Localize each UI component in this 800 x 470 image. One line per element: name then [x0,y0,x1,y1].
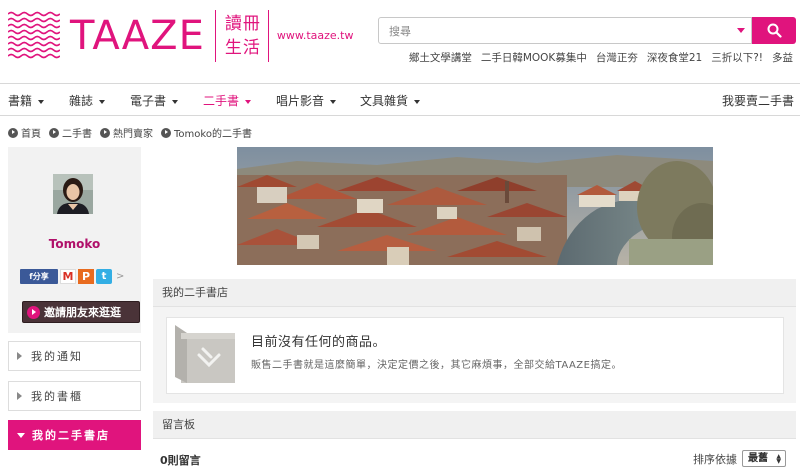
comment-board-header: 留言板 [153,411,796,439]
quick-link[interactable]: 二手日韓MOOK募集中 [481,50,587,65]
arrow-circle-icon [8,127,18,138]
quick-links: 鄉土文學講堂 二手日韓MOOK募集中 台灣正夯 深夜食堂21 三折以下?! 多益 [409,50,793,65]
chevron-down-icon [414,99,421,104]
twitter-share-button[interactable]: t [96,269,112,284]
side-menu-label: 我的二手書店 [32,429,110,442]
nav-item-magazines[interactable]: 雜誌 [69,92,106,109]
nav-item-label: 雜誌 [69,94,94,108]
quick-link[interactable]: 三折以下?! [711,50,763,65]
town-river-photo [237,147,713,265]
main-nav: 書籍 雜誌 電子書 二手書 唱片影音 文具雜貨 我要賣二手書 [0,83,800,116]
nav-item-label: 電子書 [130,94,167,108]
invite-friends-button[interactable]: 邀請朋友來逛逛 [22,301,140,323]
logo-divider [214,10,216,62]
triangle-right-icon [17,392,22,400]
nav-item-used-books[interactable]: 二手書 [203,92,252,109]
breadcrumb-label: Tomoko的二手書 [174,129,252,140]
chevron-down-icon [99,99,106,104]
nav-item-ebooks[interactable]: 電子書 [130,92,179,109]
nav-item-label: 書籍 [8,94,33,108]
triangle-down-icon [17,432,25,438]
chevron-down-icon [330,99,337,104]
arrow-circle-icon [161,127,171,138]
arrow-circle-icon [100,127,110,138]
nav-item-music-video[interactable]: 唱片影音 [276,92,337,109]
chevron-down-icon [38,99,45,104]
side-menu-label: 我的通知 [31,350,83,363]
quick-link[interactable]: 深夜食堂21 [647,50,702,65]
plurk-share-button[interactable]: P [78,269,94,284]
side-menu-my-used-bookstore[interactable]: 我的二手書店 [8,420,141,450]
breadcrumb-label: 首頁 [21,129,41,140]
more-share-icon[interactable]: > [116,271,124,282]
side-menu-label: 我的書櫃 [31,390,83,403]
sort-select[interactable]: 最舊 ▲ ▼ [742,450,786,467]
shop-panel-header: 我的二手書店 [153,279,796,307]
invite-friends-label: 邀請朋友來逛逛 [44,306,121,319]
sell-used-books-link[interactable]: 我要賣二手書 [722,92,794,109]
logo-wordmark: TAAZE [70,13,205,59]
search-box [378,17,752,44]
facebook-share-button[interactable]: f分享 [20,269,58,284]
triangle-right-icon [17,352,22,360]
gmail-share-button[interactable]: M [60,269,76,284]
sort-selected-value: 最舊 [748,453,768,464]
profile-name[interactable]: Tomoko [8,237,141,251]
header: TAAZE 讀冊生活 www.taaze.tw 鄉土文學講堂 二手日韓MOOK募… [0,0,800,80]
search-category-dropdown-icon[interactable] [737,28,745,33]
breadcrumb-label: 熱門賣家 [113,129,153,140]
chevron-down-icon [245,99,252,104]
search-bar [378,17,796,44]
store-banner-image [237,147,713,265]
empty-box-icon [175,325,235,383]
empty-state-title: 目前沒有任何的商品。 [251,335,387,350]
search-button[interactable] [752,17,796,44]
quick-link[interactable]: 多益 [772,50,793,65]
search-input[interactable] [389,23,709,39]
breadcrumb-label: 二手書 [62,129,92,140]
empty-state-description: 販售二手書就是這麼簡單，決定定價之後，其它麻煩事，全部交給TAAZE搞定。 [251,360,622,371]
wave-logo-icon [8,11,60,59]
chevron-down-icon [172,99,179,104]
sort-label: 排序依據 [693,453,737,466]
empty-state-card: 目前沒有任何的商品。 販售二手書就是這麼簡單，決定定價之後，其它麻煩事，全部交給… [166,317,784,394]
nav-item-label: 文具雜貨 [360,94,409,108]
breadcrumb-item-current: Tomoko的二手書 [161,125,252,140]
logo-url: www.taaze.tw [276,29,354,42]
arrow-circle-icon [49,127,59,138]
taaze-logo[interactable]: TAAZE 讀冊生活 www.taaze.tw [8,10,354,62]
search-icon [767,23,782,38]
side-menu-notifications[interactable]: 我的通知 [8,341,141,371]
nav-item-stationery[interactable]: 文具雜貨 [360,92,421,109]
play-circle-icon [27,305,40,319]
quick-link[interactable]: 鄉土文學講堂 [409,50,472,65]
avatar[interactable] [53,174,93,214]
share-buttons: f分享 M P t > [20,269,124,284]
breadcrumb-item[interactable]: 二手書 [49,125,92,140]
nav-item-books[interactable]: 書籍 [8,92,45,109]
nav-item-label: 二手書 [203,94,240,108]
breadcrumb-item[interactable]: 熱門賣家 [100,125,153,140]
logo-divider [267,10,269,62]
select-arrows-icon: ▲ ▼ [776,453,781,465]
avatar-photo [53,174,93,214]
comment-count: 0則留言 [160,454,201,467]
profile-card: Tomoko f分享 M P t > 邀請朋友來逛逛 [8,147,141,333]
breadcrumb-item[interactable]: 首頁 [8,125,41,140]
logo-chinese-name: 讀冊生活 [224,14,261,58]
quick-link[interactable]: 台灣正夯 [596,50,638,65]
nav-item-label: 唱片影音 [276,94,325,108]
shop-panel-body: 目前沒有任何的商品。 販售二手書就是這麼簡單，決定定價之後，其它麻煩事，全部交給… [153,307,796,403]
breadcrumb: 首頁 二手書 熱門賣家 Tomoko的二手書 [8,125,252,140]
side-menu-bookshelf[interactable]: 我的書櫃 [8,381,141,411]
